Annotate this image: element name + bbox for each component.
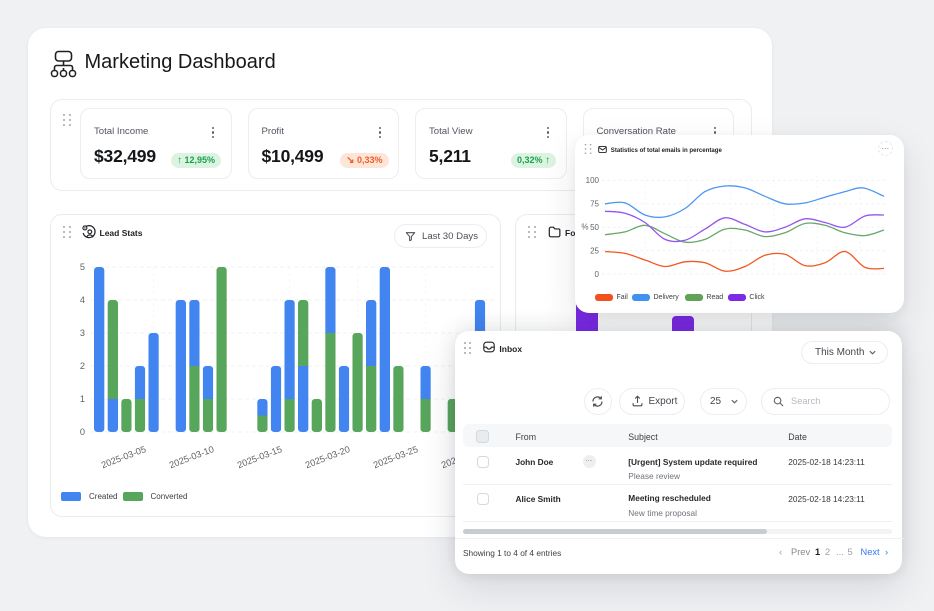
svg-text:3: 3 bbox=[80, 328, 85, 338]
svg-text:50: 50 bbox=[590, 223, 599, 232]
svg-text:100: 100 bbox=[586, 176, 600, 185]
svg-text:5: 5 bbox=[80, 262, 85, 272]
svg-text:0: 0 bbox=[80, 427, 85, 437]
svg-text:0: 0 bbox=[595, 270, 600, 279]
svg-text:4: 4 bbox=[80, 295, 85, 305]
svg-text:2025-03-20: 2025-03-20 bbox=[304, 444, 351, 470]
svg-text:2025-03-05: 2025-03-05 bbox=[100, 444, 147, 470]
svg-text:2025-03-25: 2025-03-25 bbox=[372, 444, 419, 470]
svg-text:1: 1 bbox=[80, 394, 85, 404]
svg-text:25: 25 bbox=[590, 246, 599, 255]
svg-text:%: % bbox=[581, 223, 588, 232]
svg-text:75: 75 bbox=[590, 200, 599, 209]
svg-text:2: 2 bbox=[80, 361, 85, 371]
svg-text:2025-03-10: 2025-03-10 bbox=[168, 444, 215, 470]
svg-text:2025-03-15: 2025-03-15 bbox=[236, 444, 283, 470]
